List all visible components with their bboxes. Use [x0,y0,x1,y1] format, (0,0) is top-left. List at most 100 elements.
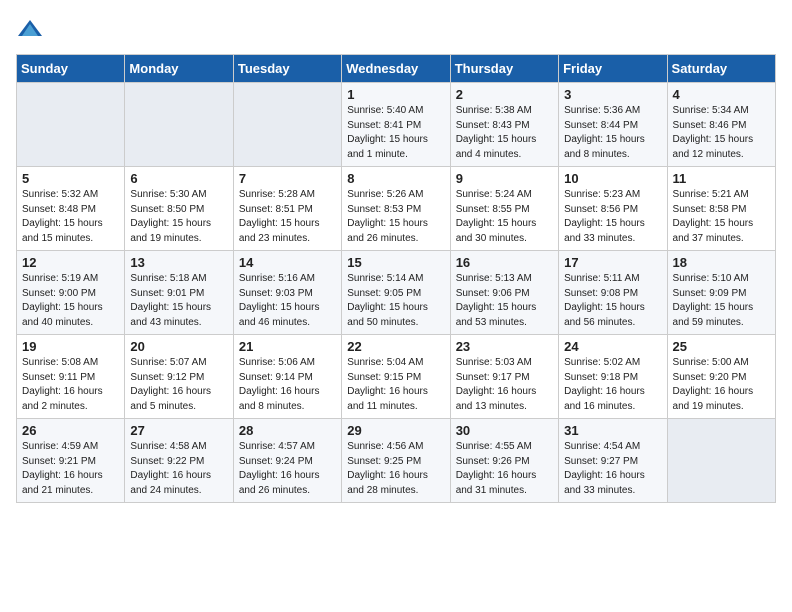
day-info: Sunrise: 5:10 AM Sunset: 9:09 PM Dayligh… [673,272,770,330]
day-info: Sunrise: 5:26 AM Sunset: 8:53 PM Dayligh… [347,188,444,246]
day-cell: 7 Sunrise: 5:28 AM Sunset: 8:51 PM Daylig… [233,167,341,251]
header-day-friday: Friday [559,55,667,83]
day-cell: 11Sunrise: 5:21 AM Sunset: 8:58 PM Dayli… [667,167,775,251]
day-number: 22 [347,339,444,354]
day-number: 4 [673,87,770,102]
day-number: 15 [347,255,444,270]
day-info: Sunrise: 4:58 AM Sunset: 9:22 PM Dayligh… [130,440,227,498]
day-number: 17 [564,255,661,270]
day-info: Sunrise: 5:30 AM Sunset: 8:50 PM Dayligh… [130,188,227,246]
day-cell: 26 Sunrise: 4:59 AM Sunset: 9:21 PM Dayli… [17,419,125,503]
day-cell: 2 Sunrise: 5:38 AM Sunset: 8:43 PM Daylig… [450,83,558,167]
header-day-thursday: Thursday [450,55,558,83]
day-cell: 20 Sunrise: 5:07 AM Sunset: 9:12 PM Dayli… [125,335,233,419]
day-info: Sunrise: 5:07 AM Sunset: 9:12 PM Dayligh… [130,356,227,414]
day-cell: 13 Sunrise: 5:18 AM Sunset: 9:01 PM Dayli… [125,251,233,335]
header-day-monday: Monday [125,55,233,83]
logo [16,16,48,44]
day-info: Sunrise: 5:38 AM Sunset: 8:43 PM Dayligh… [456,104,553,162]
day-cell: 21Sunrise: 5:06 AM Sunset: 9:14 PM Dayli… [233,335,341,419]
day-cell: 24 Sunrise: 5:02 AM Sunset: 9:18 PM Dayli… [559,335,667,419]
day-info: Sunrise: 5:40 AM Sunset: 8:41 PM Dayligh… [347,104,444,162]
day-info: Sunrise: 5:34 AM Sunset: 8:46 PM Dayligh… [673,104,770,162]
day-cell: 23 Sunrise: 5:03 AM Sunset: 9:17 PM Dayli… [450,335,558,419]
day-cell: 16 Sunrise: 5:13 AM Sunset: 9:06 PM Dayli… [450,251,558,335]
day-info: Sunrise: 4:55 AM Sunset: 9:26 PM Dayligh… [456,440,553,498]
day-info: Sunrise: 4:57 AM Sunset: 9:24 PM Dayligh… [239,440,336,498]
day-number: 24 [564,339,661,354]
day-info: Sunrise: 5:28 AM Sunset: 8:51 PM Dayligh… [239,188,336,246]
day-info: Sunrise: 4:54 AM Sunset: 9:27 PM Dayligh… [564,440,661,498]
day-cell: 8 Sunrise: 5:26 AM Sunset: 8:53 PM Daylig… [342,167,450,251]
day-number: 12 [22,255,119,270]
day-cell: 3 Sunrise: 5:36 AM Sunset: 8:44 PM Daylig… [559,83,667,167]
day-info: Sunrise: 5:08 AM Sunset: 9:11 PM Dayligh… [22,356,119,414]
day-number: 14 [239,255,336,270]
day-number: 25 [673,339,770,354]
day-number: 13 [130,255,227,270]
week-row-2: 5 Sunrise: 5:32 AM Sunset: 8:48 PM Daylig… [17,167,776,251]
day-cell [125,83,233,167]
day-info: Sunrise: 5:04 AM Sunset: 9:15 PM Dayligh… [347,356,444,414]
day-number: 18 [673,255,770,270]
day-number: 31 [564,423,661,438]
day-number: 8 [347,171,444,186]
day-number: 23 [456,339,553,354]
day-cell: 19 Sunrise: 5:08 AM Sunset: 9:11 PM Dayli… [17,335,125,419]
header-day-wednesday: Wednesday [342,55,450,83]
day-cell: 30 Sunrise: 4:55 AM Sunset: 9:26 PM Dayli… [450,419,558,503]
week-row-1: 1 Sunrise: 5:40 AM Sunset: 8:41 PM Daylig… [17,83,776,167]
day-cell: 25Sunrise: 5:00 AM Sunset: 9:20 PM Dayli… [667,335,775,419]
day-cell: 27 Sunrise: 4:58 AM Sunset: 9:22 PM Dayli… [125,419,233,503]
day-number: 9 [456,171,553,186]
week-row-4: 19 Sunrise: 5:08 AM Sunset: 9:11 PM Dayli… [17,335,776,419]
day-cell: 31 Sunrise: 4:54 AM Sunset: 9:27 PM Dayli… [559,419,667,503]
day-cell: 28Sunrise: 4:57 AM Sunset: 9:24 PM Dayli… [233,419,341,503]
day-cell: 10 Sunrise: 5:23 AM Sunset: 8:56 PM Dayli… [559,167,667,251]
day-cell: 1 Sunrise: 5:40 AM Sunset: 8:41 PM Daylig… [342,83,450,167]
day-info: Sunrise: 5:36 AM Sunset: 8:44 PM Dayligh… [564,104,661,162]
day-number: 1 [347,87,444,102]
day-info: Sunrise: 5:02 AM Sunset: 9:18 PM Dayligh… [564,356,661,414]
day-number: 20 [130,339,227,354]
day-info: Sunrise: 5:14 AM Sunset: 9:05 PM Dayligh… [347,272,444,330]
day-info: Sunrise: 5:13 AM Sunset: 9:06 PM Dayligh… [456,272,553,330]
week-row-3: 12 Sunrise: 5:19 AM Sunset: 9:00 PM Dayli… [17,251,776,335]
day-number: 16 [456,255,553,270]
day-info: Sunrise: 5:23 AM Sunset: 8:56 PM Dayligh… [564,188,661,246]
day-cell: 18 Sunrise: 5:10 AM Sunset: 9:09 PM Dayli… [667,251,775,335]
day-cell [17,83,125,167]
day-number: 5 [22,171,119,186]
day-info: Sunrise: 5:18 AM Sunset: 9:01 PM Dayligh… [130,272,227,330]
day-number: 29 [347,423,444,438]
day-number: 7 [239,171,336,186]
day-info: Sunrise: 4:56 AM Sunset: 9:25 PM Dayligh… [347,440,444,498]
day-number: 26 [22,423,119,438]
header-row: SundayMondayTuesdayWednesdayThursdayFrid… [17,55,776,83]
day-cell: 15 Sunrise: 5:14 AM Sunset: 9:05 PM Dayli… [342,251,450,335]
calendar-container: SundayMondayTuesdayWednesdayThursdayFrid… [0,0,792,515]
day-info: Sunrise: 5:19 AM Sunset: 9:00 PM Dayligh… [22,272,119,330]
day-info: Sunrise: 5:32 AM Sunset: 8:48 PM Dayligh… [22,188,119,246]
calendar-table: SundayMondayTuesdayWednesdayThursdayFrid… [16,54,776,503]
day-number: 19 [22,339,119,354]
day-number: 27 [130,423,227,438]
header [16,16,776,44]
day-number: 3 [564,87,661,102]
day-cell: 6Sunrise: 5:30 AM Sunset: 8:50 PM Daylig… [125,167,233,251]
header-day-saturday: Saturday [667,55,775,83]
day-info: Sunrise: 4:59 AM Sunset: 9:21 PM Dayligh… [22,440,119,498]
day-info: Sunrise: 5:03 AM Sunset: 9:17 PM Dayligh… [456,356,553,414]
header-day-sunday: Sunday [17,55,125,83]
day-cell: 14Sunrise: 5:16 AM Sunset: 9:03 PM Dayli… [233,251,341,335]
day-number: 10 [564,171,661,186]
day-number: 11 [673,171,770,186]
day-cell: 17Sunrise: 5:11 AM Sunset: 9:08 PM Dayli… [559,251,667,335]
header-day-tuesday: Tuesday [233,55,341,83]
day-cell [233,83,341,167]
day-number: 30 [456,423,553,438]
day-info: Sunrise: 5:06 AM Sunset: 9:14 PM Dayligh… [239,356,336,414]
day-cell: 9Sunrise: 5:24 AM Sunset: 8:55 PM Daylig… [450,167,558,251]
day-cell: 4 Sunrise: 5:34 AM Sunset: 8:46 PM Daylig… [667,83,775,167]
day-number: 2 [456,87,553,102]
